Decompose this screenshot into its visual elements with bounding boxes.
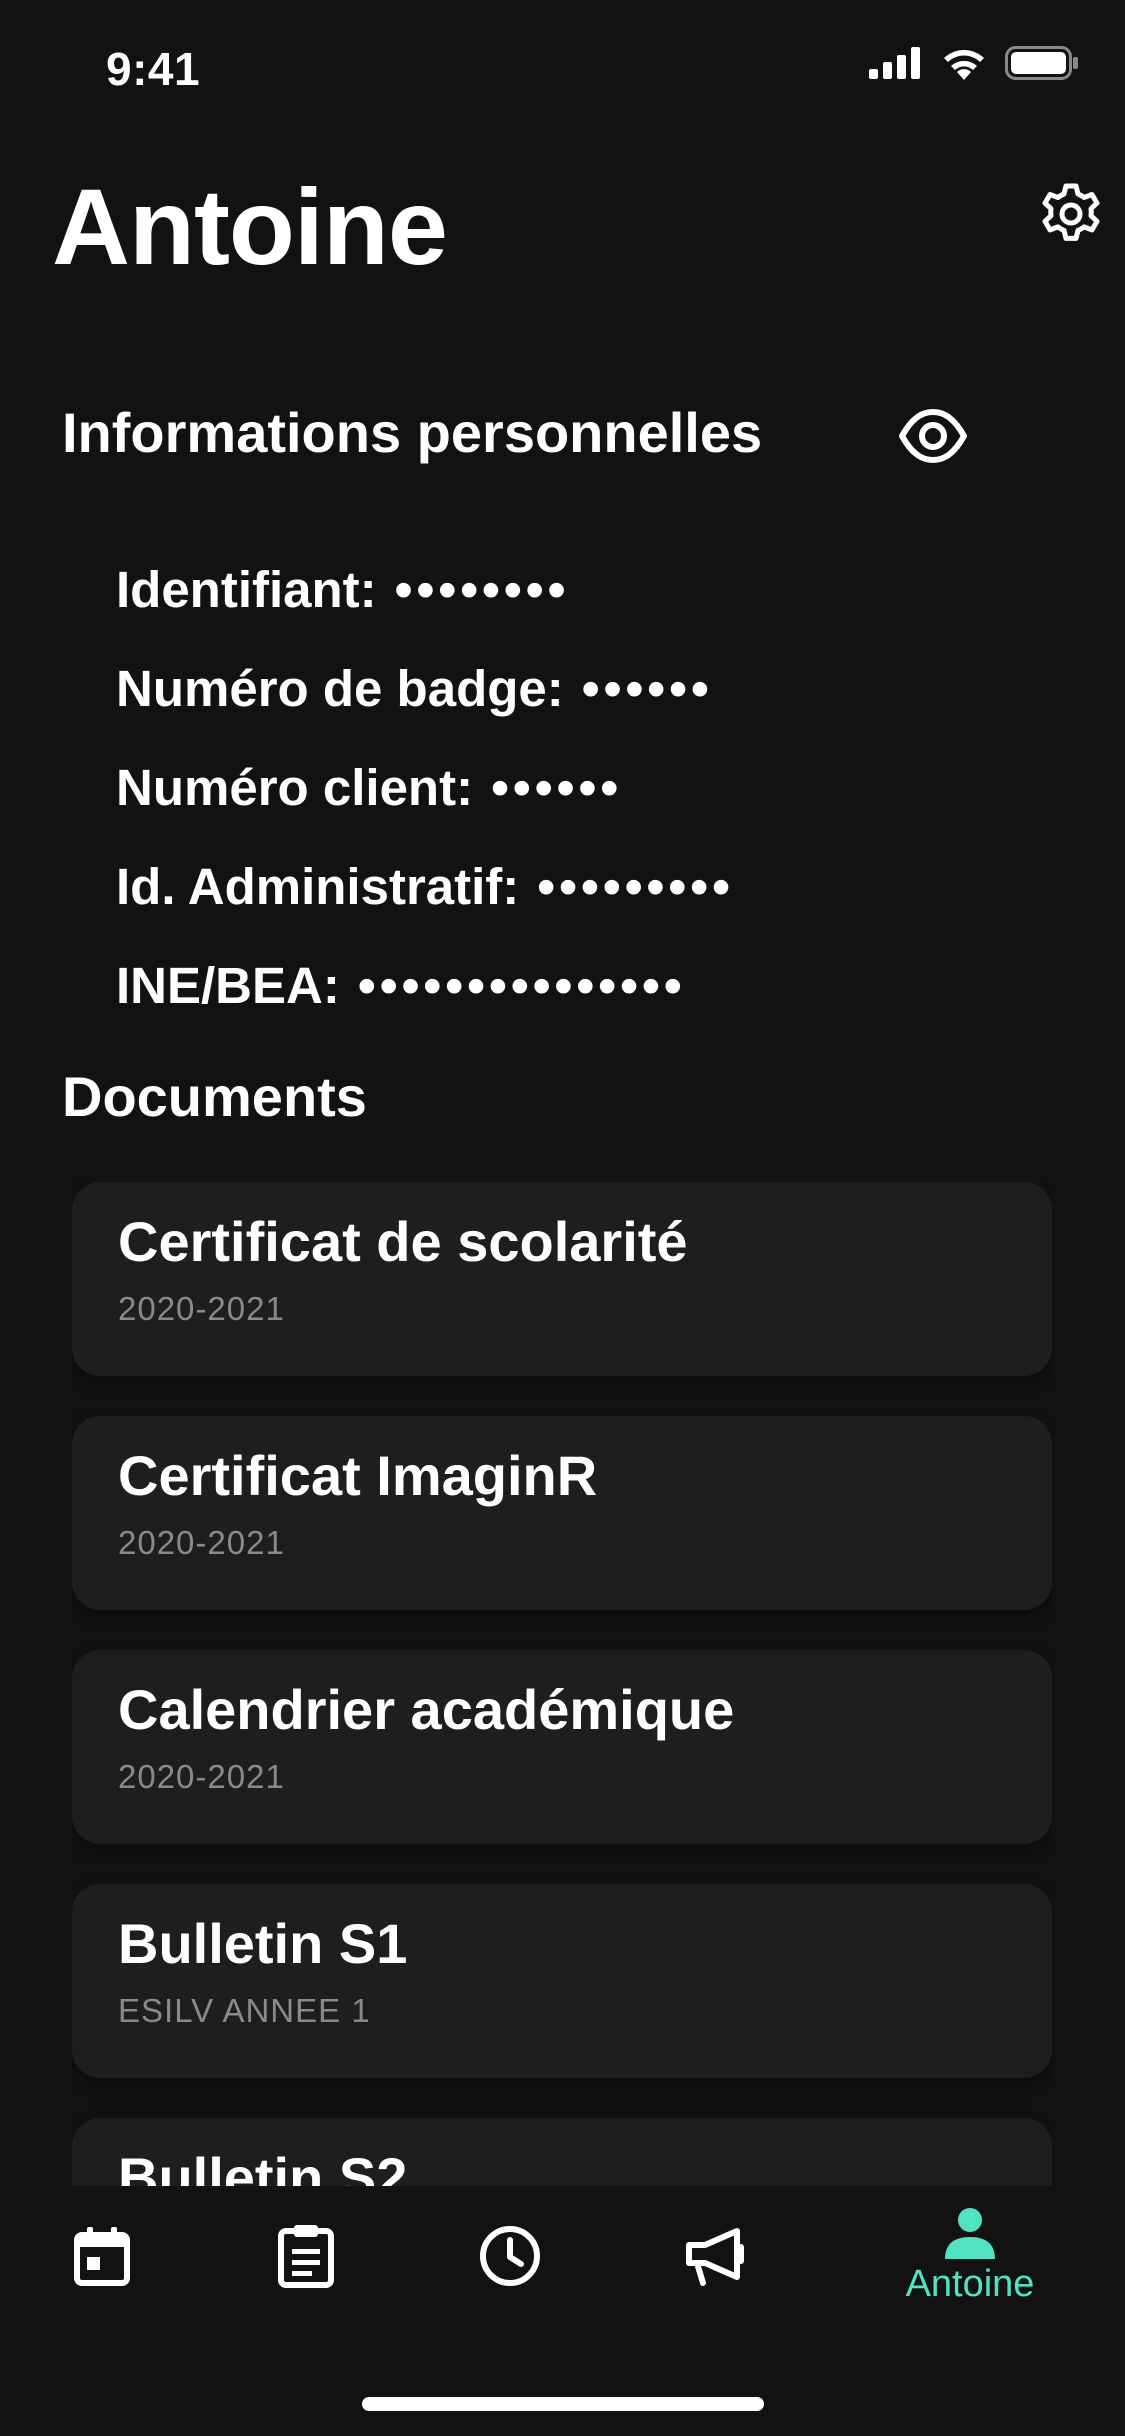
document-title: Certificat de scolarité	[118, 1210, 688, 1273]
info-value-masked: •••••••••••••••	[357, 957, 686, 1014]
tab-profile-label: Antoine	[905, 2262, 1035, 2305]
personal-info-title: Informations personnelles	[62, 401, 763, 464]
info-row-admin-id: Id. Administratif: •••••••••	[116, 837, 734, 936]
wifi-icon	[944, 50, 984, 80]
battery-icon	[1005, 46, 1078, 80]
page-title: Antoine	[52, 166, 448, 287]
clipboard-icon	[278, 2225, 334, 2288]
info-label: Numéro de badge:	[116, 660, 564, 717]
status-bar: 9:41	[0, 0, 1125, 140]
tab-history[interactable]	[450, 2186, 570, 2326]
document-title: Bulletin S1	[118, 1912, 408, 1975]
document-card[interactable]: Certificat ImaginR 2020-2021	[72, 1416, 1052, 1610]
document-subtitle: ESILV ANNEE 1	[118, 1992, 371, 2029]
clock-icon	[480, 2226, 540, 2286]
tab-calendar[interactable]	[42, 2186, 162, 2326]
tab-notes[interactable]	[246, 2186, 366, 2326]
document-subtitle: 2020-2021	[118, 1524, 285, 1561]
info-row-ine: INE/BEA: •••••••••••••••	[116, 936, 734, 1035]
document-card[interactable]: Calendrier académique 2020-2021	[72, 1650, 1052, 1844]
info-label: Id. Administratif:	[116, 858, 520, 915]
info-label: Numéro client:	[116, 759, 474, 816]
tab-profile[interactable]: Antoine	[906, 2186, 1034, 2326]
document-subtitle: 2020-2021	[118, 1290, 285, 1327]
documents-list[interactable]: Certificat de scolarité 2020-2021 Certif…	[72, 1182, 1052, 2186]
document-card[interactable]: Bulletin S2	[72, 2118, 1052, 2186]
eye-icon	[899, 409, 967, 463]
tab-announcements[interactable]	[655, 2186, 775, 2326]
info-row-identifiant: Identifiant: ••••••••	[116, 540, 734, 639]
cellular-signal-icon	[869, 47, 920, 79]
info-value-masked: •••••••••	[537, 858, 734, 915]
info-row-badge: Numéro de badge: ••••••	[116, 639, 734, 738]
document-card[interactable]: Bulletin S1 ESILV ANNEE 1	[72, 1884, 1052, 2078]
gear-icon	[1042, 183, 1100, 241]
info-row-client: Numéro client: ••••••	[116, 738, 734, 837]
settings-button[interactable]	[1039, 182, 1103, 246]
status-time: 9:41	[106, 43, 201, 95]
person-icon	[945, 2207, 995, 2259]
documents-title: Documents	[62, 1065, 367, 1128]
info-value-masked: ••••••	[581, 660, 713, 717]
megaphone-icon	[686, 2228, 744, 2286]
document-card[interactable]: Certificat de scolarité 2020-2021	[72, 1182, 1052, 1376]
document-title: Certificat ImaginR	[118, 1444, 598, 1507]
document-title: Bulletin S2	[118, 2146, 408, 2187]
info-label: INE/BEA:	[116, 957, 340, 1014]
info-value-masked: ••••••••	[394, 561, 570, 618]
calendar-icon	[74, 2227, 130, 2286]
document-subtitle: 2020-2021	[118, 1758, 285, 1795]
home-indicator[interactable]	[362, 2397, 764, 2411]
header: Antoine	[0, 140, 1125, 300]
info-label: Identifiant:	[116, 561, 377, 618]
personal-info-list: Identifiant: •••••••• Numéro de badge: •…	[116, 540, 734, 1035]
status-icons	[869, 46, 1079, 80]
info-value-masked: ••••••	[491, 759, 623, 816]
document-title: Calendrier académique	[118, 1678, 735, 1741]
toggle-visibility-button[interactable]	[898, 408, 968, 464]
